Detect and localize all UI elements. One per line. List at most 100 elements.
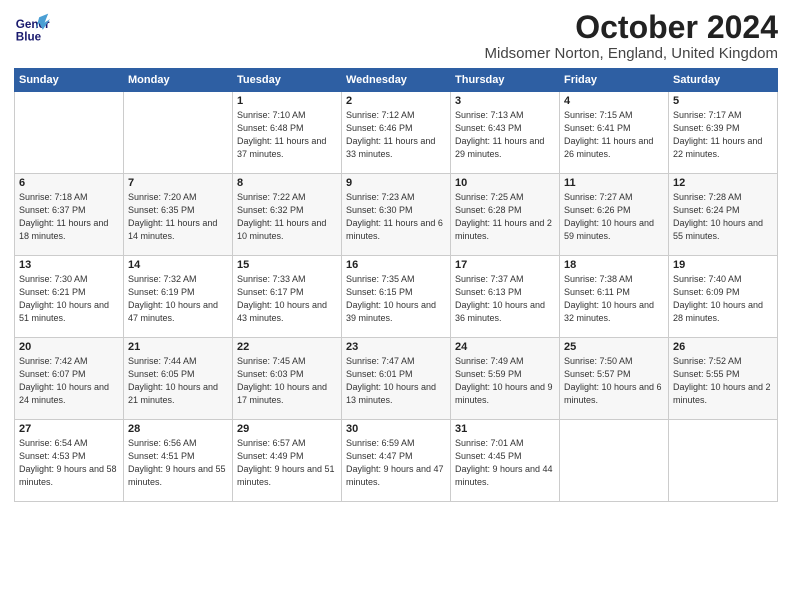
week-row-2: 6 Sunrise: 7:18 AM Sunset: 6:37 PM Daylig… — [15, 174, 778, 256]
day-info: Sunrise: 7:45 AM Sunset: 6:03 PM Dayligh… — [237, 355, 337, 407]
day-info: Sunrise: 7:37 AM Sunset: 6:13 PM Dayligh… — [455, 273, 555, 325]
day-cell: 4 Sunrise: 7:15 AM Sunset: 6:41 PM Daylig… — [560, 92, 669, 174]
day-info: Sunrise: 7:18 AM Sunset: 6:37 PM Dayligh… — [19, 191, 119, 243]
day-cell: 25Sunrise: 7:50 AM Sunset: 5:57 PM Dayli… — [560, 338, 669, 420]
day-info: Sunrise: 7:30 AM Sunset: 6:21 PM Dayligh… — [19, 273, 119, 325]
logo: General Blue — [14, 10, 50, 46]
day-cell: 6 Sunrise: 7:18 AM Sunset: 6:37 PM Daylig… — [15, 174, 124, 256]
day-cell: 30Sunrise: 6:59 AM Sunset: 4:47 PM Dayli… — [342, 420, 451, 502]
day-number: 10 — [455, 177, 555, 189]
weekday-header-sunday: Sunday — [15, 69, 124, 92]
day-number: 6 — [19, 177, 119, 189]
week-row-1: 1 Sunrise: 7:10 AM Sunset: 6:48 PM Daylig… — [15, 92, 778, 174]
day-number: 31 — [455, 423, 555, 435]
day-info: Sunrise: 6:59 AM Sunset: 4:47 PM Dayligh… — [346, 437, 446, 489]
day-cell — [124, 92, 233, 174]
day-number: 2 — [346, 95, 446, 107]
day-info: Sunrise: 7:12 AM Sunset: 6:46 PM Dayligh… — [346, 109, 446, 161]
day-number: 3 — [455, 95, 555, 107]
weekday-header-thursday: Thursday — [451, 69, 560, 92]
day-cell: 13 Sunrise: 7:30 AM Sunset: 6:21 PM Dayli… — [15, 256, 124, 338]
day-cell: 20 Sunrise: 7:42 AM Sunset: 6:07 PM Dayli… — [15, 338, 124, 420]
day-cell: 22 Sunrise: 7:45 AM Sunset: 6:03 PM Dayli… — [233, 338, 342, 420]
weekday-header-monday: Monday — [124, 69, 233, 92]
day-cell: 17 Sunrise: 7:37 AM Sunset: 6:13 PM Dayli… — [451, 256, 560, 338]
day-number: 1 — [237, 95, 337, 107]
day-cell: 15Sunrise: 7:33 AM Sunset: 6:17 PM Dayli… — [233, 256, 342, 338]
weekday-header-saturday: Saturday — [669, 69, 778, 92]
day-number: 15 — [237, 259, 337, 271]
day-info: Sunrise: 7:20 AM Sunset: 6:35 PM Dayligh… — [128, 191, 228, 243]
day-cell: 23 Sunrise: 7:47 AM Sunset: 6:01 PM Dayli… — [342, 338, 451, 420]
day-info: Sunrise: 7:40 AM Sunset: 6:09 PM Dayligh… — [673, 273, 773, 325]
day-number: 26 — [673, 341, 773, 353]
day-info: Sunrise: 7:42 AM Sunset: 6:07 PM Dayligh… — [19, 355, 119, 407]
calendar-page: General Blue October 2024 Midsomer Norto… — [0, 0, 792, 612]
day-info: Sunrise: 6:57 AM Sunset: 4:49 PM Dayligh… — [237, 437, 337, 489]
weekday-header-friday: Friday — [560, 69, 669, 92]
day-cell: 27 Sunrise: 6:54 AM Sunset: 4:53 PM Dayli… — [15, 420, 124, 502]
day-info: Sunrise: 7:38 AM Sunset: 6:11 PM Dayligh… — [564, 273, 664, 325]
day-info: Sunrise: 7:49 AM Sunset: 5:59 PM Dayligh… — [455, 355, 555, 407]
day-cell: 11Sunrise: 7:27 AM Sunset: 6:26 PM Dayli… — [560, 174, 669, 256]
day-number: 11 — [564, 177, 664, 189]
day-cell: 19 Sunrise: 7:40 AM Sunset: 6:09 PM Dayli… — [669, 256, 778, 338]
day-info: Sunrise: 7:35 AM Sunset: 6:15 PM Dayligh… — [346, 273, 446, 325]
day-cell — [15, 92, 124, 174]
day-cell: 24 Sunrise: 7:49 AM Sunset: 5:59 PM Dayli… — [451, 338, 560, 420]
day-cell: 16 Sunrise: 7:35 AM Sunset: 6:15 PM Dayli… — [342, 256, 451, 338]
day-cell: 14 Sunrise: 7:32 AM Sunset: 6:19 PM Dayli… — [124, 256, 233, 338]
day-info: Sunrise: 7:15 AM Sunset: 6:41 PM Dayligh… — [564, 109, 664, 161]
day-info: Sunrise: 7:32 AM Sunset: 6:19 PM Dayligh… — [128, 273, 228, 325]
day-info: Sunrise: 7:50 AM Sunset: 5:57 PM Dayligh… — [564, 355, 664, 407]
day-cell: 26Sunrise: 7:52 AM Sunset: 5:55 PM Dayli… — [669, 338, 778, 420]
day-cell: 5Sunrise: 7:17 AM Sunset: 6:39 PM Daylig… — [669, 92, 778, 174]
day-number: 13 — [19, 259, 119, 271]
day-info: Sunrise: 7:01 AM Sunset: 4:45 PM Dayligh… — [455, 437, 555, 489]
day-info: Sunrise: 7:47 AM Sunset: 6:01 PM Dayligh… — [346, 355, 446, 407]
day-number: 12 — [673, 177, 773, 189]
day-cell: 31 Sunrise: 7:01 AM Sunset: 4:45 PM Dayli… — [451, 420, 560, 502]
day-info: Sunrise: 7:10 AM Sunset: 6:48 PM Dayligh… — [237, 109, 337, 161]
logo-icon: General Blue — [14, 10, 50, 46]
day-number: 14 — [128, 259, 228, 271]
weekday-header-row: SundayMondayTuesdayWednesdayThursdayFrid… — [15, 69, 778, 92]
day-cell — [669, 420, 778, 502]
day-cell: 3 Sunrise: 7:13 AM Sunset: 6:43 PM Daylig… — [451, 92, 560, 174]
svg-text:Blue: Blue — [16, 31, 42, 44]
day-cell: 18Sunrise: 7:38 AM Sunset: 6:11 PM Dayli… — [560, 256, 669, 338]
day-cell: 10 Sunrise: 7:25 AM Sunset: 6:28 PM Dayli… — [451, 174, 560, 256]
day-cell: 2 Sunrise: 7:12 AM Sunset: 6:46 PM Daylig… — [342, 92, 451, 174]
day-number: 20 — [19, 341, 119, 353]
day-number: 29 — [237, 423, 337, 435]
week-row-4: 20 Sunrise: 7:42 AM Sunset: 6:07 PM Dayli… — [15, 338, 778, 420]
day-number: 22 — [237, 341, 337, 353]
day-info: Sunrise: 7:13 AM Sunset: 6:43 PM Dayligh… — [455, 109, 555, 161]
day-cell: 1 Sunrise: 7:10 AM Sunset: 6:48 PM Daylig… — [233, 92, 342, 174]
day-number: 17 — [455, 259, 555, 271]
day-info: Sunrise: 6:54 AM Sunset: 4:53 PM Dayligh… — [19, 437, 119, 489]
day-info: Sunrise: 7:23 AM Sunset: 6:30 PM Dayligh… — [346, 191, 446, 243]
location: Midsomer Norton, England, United Kingdom — [485, 45, 778, 62]
day-number: 27 — [19, 423, 119, 435]
day-cell — [560, 420, 669, 502]
day-number: 4 — [564, 95, 664, 107]
header: General Blue October 2024 Midsomer Norto… — [14, 10, 778, 62]
day-number: 5 — [673, 95, 773, 107]
day-cell: 9 Sunrise: 7:23 AM Sunset: 6:30 PM Daylig… — [342, 174, 451, 256]
day-number: 19 — [673, 259, 773, 271]
day-number: 7 — [128, 177, 228, 189]
day-number: 28 — [128, 423, 228, 435]
week-row-3: 13 Sunrise: 7:30 AM Sunset: 6:21 PM Dayli… — [15, 256, 778, 338]
weekday-header-wednesday: Wednesday — [342, 69, 451, 92]
day-number: 24 — [455, 341, 555, 353]
title-area: October 2024 Midsomer Norton, England, U… — [485, 10, 778, 62]
day-info: Sunrise: 7:44 AM Sunset: 6:05 PM Dayligh… — [128, 355, 228, 407]
month-title: October 2024 — [485, 10, 778, 45]
day-info: Sunrise: 6:56 AM Sunset: 4:51 PM Dayligh… — [128, 437, 228, 489]
day-info: Sunrise: 7:25 AM Sunset: 6:28 PM Dayligh… — [455, 191, 555, 243]
day-number: 16 — [346, 259, 446, 271]
day-number: 23 — [346, 341, 446, 353]
day-number: 9 — [346, 177, 446, 189]
day-cell: 8Sunrise: 7:22 AM Sunset: 6:32 PM Daylig… — [233, 174, 342, 256]
